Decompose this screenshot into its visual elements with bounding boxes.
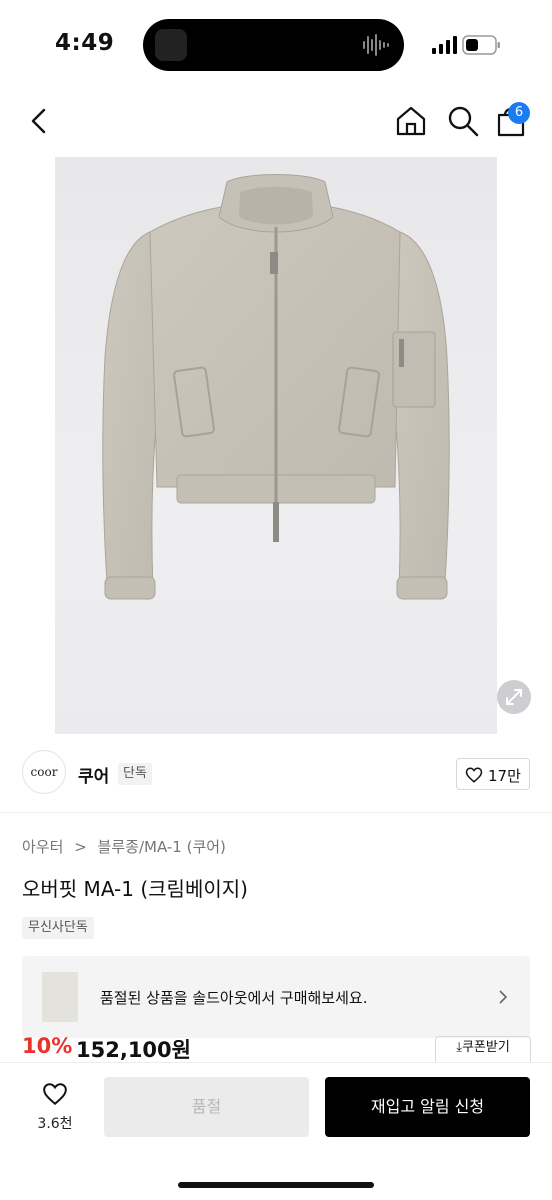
soldout-button: 품절 (104, 1077, 309, 1137)
brand-logo[interactable]: coor (22, 750, 66, 794)
audio-wave-icon (363, 34, 389, 56)
soldout-banner[interactable]: 품절된 상품을 솔드아웃에서 구매해보세요. (22, 956, 530, 1038)
breadcrumb-item-category[interactable]: 블루종/MA-1 (쿠어) (98, 838, 226, 856)
expand-arrows-icon (506, 689, 522, 705)
breadcrumb-item-outer[interactable]: 아우터 (22, 838, 63, 856)
jacket-illustration (102, 174, 450, 600)
cart-count-badge: 6 (508, 102, 530, 124)
chevron-right-icon (499, 990, 508, 1004)
price-row: 10% 152,100원 ⤓쿠폰받기 (0, 1036, 552, 1062)
brand-row: coor 쿠어 단독 17만 (0, 746, 552, 802)
home-icon[interactable] (394, 104, 428, 138)
back-chevron-icon[interactable] (22, 104, 56, 138)
soldout-banner-text: 품절된 상품을 솔드아웃에서 구매해보세요. (100, 989, 368, 1007)
restock-alert-button[interactable]: 재입고 알림 신청 (325, 1077, 530, 1137)
brand-like-count: 17만 (488, 767, 521, 785)
heart-icon (43, 1083, 67, 1106)
soldout-thumbnail (42, 972, 78, 1022)
exclusive-badge: 무신사단독 (22, 917, 94, 939)
product-image[interactable] (55, 157, 497, 734)
brand-like-button[interactable]: 17만 (456, 758, 530, 790)
brand-name[interactable]: 쿠어 (78, 762, 109, 787)
breadcrumb-separator: > (74, 838, 87, 856)
breadcrumb: 아우터 > 블루종/MA-1 (쿠어) (22, 836, 232, 857)
search-icon[interactable] (446, 104, 480, 138)
brand-exclusive-tag: 단독 (118, 763, 152, 785)
now-playing-thumbnail (155, 29, 187, 61)
coupon-label: 쿠폰받기 (461, 1040, 510, 1055)
status-bar: 4:49 (0, 0, 552, 92)
section-divider (0, 812, 552, 813)
top-nav (0, 92, 552, 156)
cellular-signal-icon (432, 36, 457, 54)
home-indicator (178, 1182, 374, 1188)
discount-rate: 10% (22, 1036, 73, 1058)
wishlist-count: 3.6천 (37, 1116, 73, 1132)
bottom-action-bar: 3.6천 품절 재입고 알림 신청 (0, 1062, 552, 1200)
heart-icon (465, 767, 483, 783)
wishlist-button[interactable]: 3.6천 (30, 1079, 80, 1135)
status-time: 4:49 (55, 30, 115, 56)
product-title: 오버핏 MA-1 (크림베이지) (22, 877, 248, 901)
image-expand-button[interactable] (497, 680, 531, 714)
battery-icon (462, 35, 500, 55)
sale-price: 152,100원 (76, 1038, 191, 1062)
dynamic-island (143, 19, 404, 71)
coupon-button[interactable]: ⤓쿠폰받기 (435, 1036, 531, 1062)
